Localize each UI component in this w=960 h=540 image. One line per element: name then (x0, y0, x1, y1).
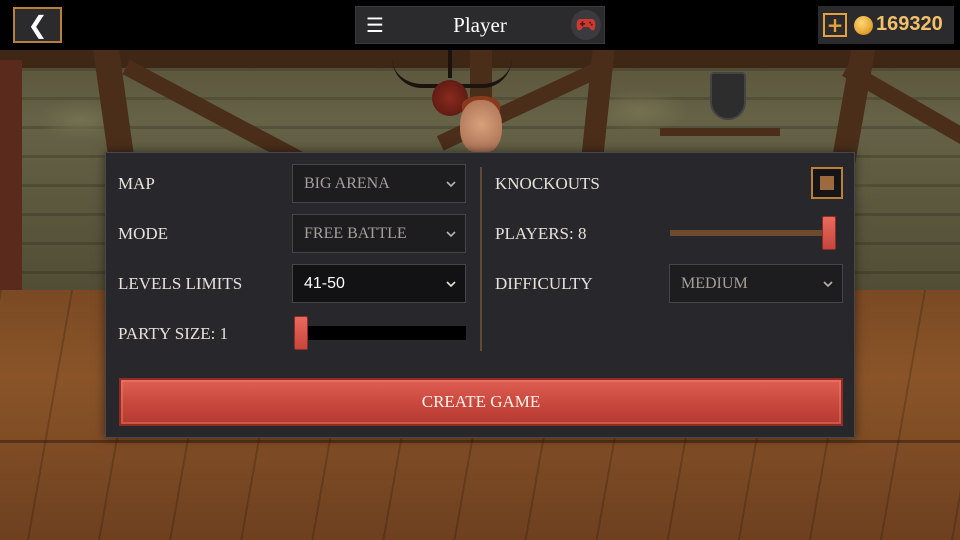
levels-limits-value: 41-50 (304, 274, 345, 292)
players-label: PLAYERS: 8 (495, 224, 587, 243)
mode-dropdown[interactable]: FREE BATTLE (292, 214, 466, 253)
players-slider-handle[interactable] (822, 216, 836, 250)
back-button[interactable]: ❮ (13, 7, 62, 43)
create-game-panel: MAP BIG ARENA MODE FREE BATTLE LEVELS LI… (105, 152, 855, 438)
players-slider[interactable] (670, 230, 836, 236)
difficulty-label: DIFFICULTY (495, 274, 593, 293)
mode-label: MODE (118, 224, 169, 243)
currency-bar: + 169320 (818, 6, 954, 44)
chevron-down-icon (446, 231, 456, 238)
coin-icon (854, 16, 873, 35)
difficulty-value: MEDIUM (681, 274, 748, 292)
add-coins-button[interactable]: + (823, 13, 847, 37)
knockouts-label: KNOCKOUTS (495, 174, 600, 193)
party-size-slider[interactable] (294, 326, 466, 340)
difficulty-dropdown[interactable]: MEDIUM (669, 264, 843, 303)
chevron-down-icon (823, 281, 833, 288)
map-value: BIG ARENA (304, 174, 390, 192)
map-dropdown[interactable]: BIG ARENA (292, 164, 466, 203)
gamepad-icon[interactable] (571, 10, 601, 40)
menu-icon[interactable]: ☰ (364, 13, 386, 37)
levels-limits-label: LEVELS LIMITS (118, 274, 243, 293)
red-pillar (0, 60, 22, 310)
player-profile-bar[interactable]: ☰ Player (355, 6, 605, 44)
floor-seam (0, 440, 960, 443)
chevron-down-icon (446, 181, 456, 188)
wall-shelf (660, 128, 780, 136)
coin-balance: 169320 (876, 13, 943, 35)
back-arrow-icon: ❮ (27, 11, 48, 39)
checkbox-checkmark (820, 176, 834, 190)
player-character (460, 100, 502, 154)
map-label: MAP (118, 174, 155, 193)
player-name: Player (453, 12, 507, 37)
create-game-button[interactable]: CREATE GAME (119, 378, 843, 426)
party-size-slider-handle[interactable] (294, 316, 308, 350)
top-bar: ❮ ☰ Player + 169320 (0, 0, 960, 50)
wall-shield-dark (710, 72, 746, 120)
mode-value: FREE BATTLE (304, 224, 407, 242)
party-size-label: PARTY SIZE: 1 (118, 324, 229, 343)
levels-limits-dropdown[interactable]: 41-50 (292, 264, 466, 303)
knockouts-checkbox[interactable] (811, 167, 843, 199)
chevron-down-icon (446, 281, 456, 288)
column-divider (480, 167, 482, 351)
